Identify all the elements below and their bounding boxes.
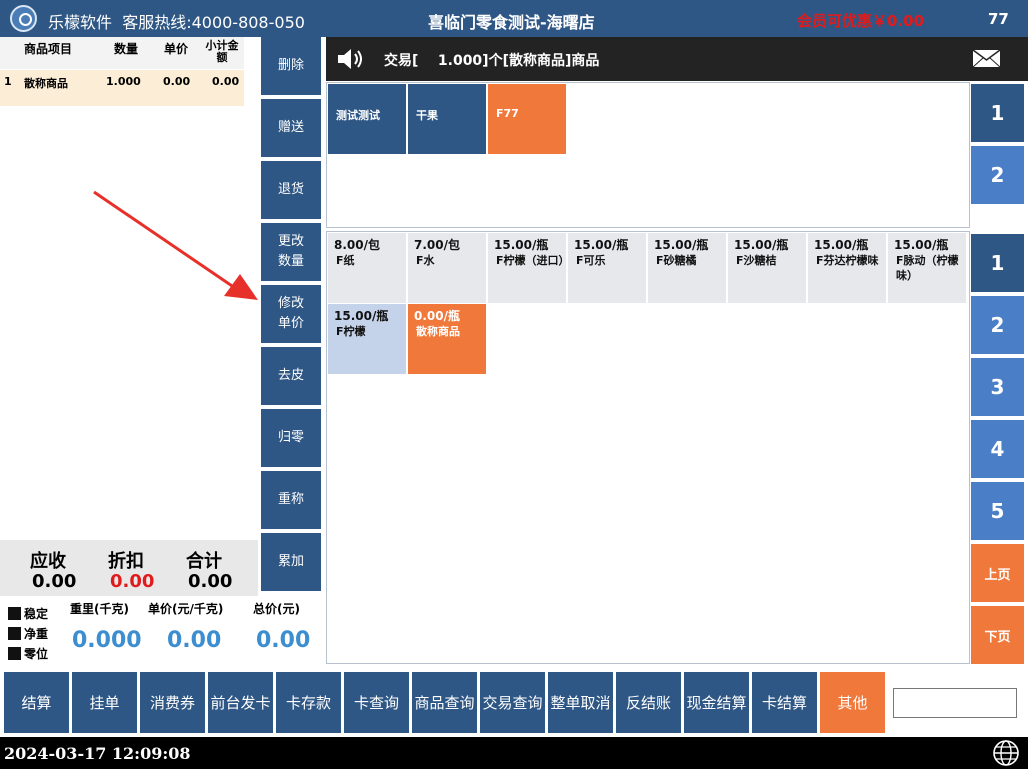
product-button[interactable]: 15.00/瓶 F沙糖桔 bbox=[728, 233, 806, 303]
row-name: 散称商品 bbox=[24, 77, 68, 90]
product-button[interactable]: 0.00/瓶 散称商品 bbox=[408, 304, 486, 374]
other-button[interactable]: 其他 bbox=[820, 672, 885, 733]
app-logo-icon bbox=[10, 5, 37, 32]
unit-price-value: 0.00 bbox=[167, 628, 222, 653]
category-page-1[interactable]: 1 bbox=[971, 84, 1024, 142]
unit-price-label: 单价(元/千克) bbox=[148, 602, 224, 616]
transaction-query-button[interactable]: 交易查询 bbox=[480, 672, 545, 733]
category-panel: 测试测试 干果 F77 bbox=[326, 82, 970, 228]
reweigh-button[interactable]: 重称 bbox=[261, 471, 321, 529]
col-price: 单价 bbox=[164, 42, 189, 56]
item-list-header: 商品项目 数量 单价 小计金额 bbox=[0, 37, 244, 69]
net-check-icon bbox=[8, 627, 21, 640]
product-button[interactable]: 15.00/瓶 F柠檬（进口） bbox=[488, 233, 570, 303]
cash-checkout-button[interactable]: 现金结算 bbox=[684, 672, 749, 733]
product-button[interactable]: 7.00/包 F水 bbox=[408, 233, 486, 303]
delete-button[interactable]: 删除 bbox=[261, 37, 321, 95]
weight-label: 重里(千克) bbox=[70, 602, 129, 616]
row-price: 0.00 bbox=[163, 75, 191, 88]
discount-value: 0.00 bbox=[110, 571, 155, 592]
zero-button[interactable]: 归零 bbox=[261, 409, 321, 467]
product-button[interactable]: 15.00/瓶 F柠檬 bbox=[328, 304, 406, 374]
card-query-button[interactable]: 卡查询 bbox=[344, 672, 409, 733]
product-page-4[interactable]: 4 bbox=[971, 420, 1024, 478]
product-button[interactable]: 15.00/瓶 F砂糖橘 bbox=[648, 233, 726, 303]
return-button[interactable]: 退货 bbox=[261, 161, 321, 219]
table-row[interactable]: 1 散称商品 1.000 0.00 0.00 bbox=[0, 70, 244, 106]
category-button[interactable]: F77 bbox=[488, 84, 566, 154]
product-page-2[interactable]: 2 bbox=[971, 296, 1024, 354]
stable-indicator: 稳定 bbox=[8, 605, 48, 622]
cancel-order-button[interactable]: 整单取消 bbox=[548, 672, 613, 733]
col-item: 商品项目 bbox=[24, 42, 73, 56]
change-quantity-button[interactable]: 更改 数量 bbox=[261, 223, 321, 281]
hold-order-button[interactable]: 挂单 bbox=[72, 672, 137, 733]
next-page-button[interactable]: 下页 bbox=[971, 606, 1024, 664]
checkout-button[interactable]: 结算 bbox=[4, 672, 69, 733]
mail-icon[interactable] bbox=[972, 49, 1001, 68]
total-value: 0.00 bbox=[188, 571, 233, 592]
status-bar: 2024-03-17 12:09:08 bbox=[0, 737, 1028, 769]
zero-check-icon bbox=[8, 647, 21, 660]
counter-badge: 77 bbox=[988, 10, 1009, 28]
coupon-button[interactable]: 消费券 bbox=[140, 672, 205, 733]
issue-card-button[interactable]: 前台发卡 bbox=[208, 672, 273, 733]
product-page-5[interactable]: 5 bbox=[971, 482, 1024, 540]
transaction-banner: 交易[ 1.000]个[散称商品]商品 bbox=[326, 37, 1028, 81]
net-weight-indicator: 净重 bbox=[8, 625, 48, 642]
total-label: 合计 bbox=[186, 551, 222, 572]
total-price-value: 0.00 bbox=[256, 628, 311, 653]
scale-panel: 稳定 净重 零位 重里(千克) 单价(元/千克) 总价(元) 0.000 0.0… bbox=[0, 596, 326, 662]
receivable-value: 0.00 bbox=[32, 571, 77, 592]
discount-label: 折扣 bbox=[108, 551, 144, 572]
product-query-button[interactable]: 商品查询 bbox=[412, 672, 477, 733]
col-subtotal: 小计金额 bbox=[205, 39, 239, 64]
stable-check-icon bbox=[8, 607, 21, 620]
card-deposit-button[interactable]: 卡存款 bbox=[276, 672, 341, 733]
card-checkout-button[interactable]: 卡结算 bbox=[752, 672, 817, 733]
gift-button[interactable]: 赠送 bbox=[261, 99, 321, 157]
accumulate-button[interactable]: 累加 bbox=[261, 533, 321, 591]
weight-value: 0.000 bbox=[72, 628, 142, 653]
product-button[interactable]: 8.00/包 F纸 bbox=[328, 233, 406, 303]
globe-icon[interactable] bbox=[992, 739, 1020, 767]
category-button[interactable]: 测试测试 bbox=[328, 84, 406, 154]
store-name: 喜临门零食测试-海曙店 bbox=[428, 13, 595, 32]
col-qty: 数量 bbox=[114, 42, 139, 56]
title-bar: 乐檬软件 客服热线:4000-808-050 喜临门零食测试-海曙店 会员可优惠… bbox=[0, 0, 1028, 37]
brand-and-hotline: 乐檬软件 客服热线:4000-808-050 bbox=[48, 13, 305, 32]
product-page-3[interactable]: 3 bbox=[971, 358, 1024, 416]
code-input[interactable] bbox=[893, 688, 1017, 718]
category-button[interactable]: 干果 bbox=[408, 84, 486, 154]
tare-button[interactable]: 去皮 bbox=[261, 347, 321, 405]
product-panel: 8.00/包 F纸 7.00/包 F水 15.00/瓶 F柠檬（进口） 15.00/瓶… bbox=[326, 231, 970, 664]
totals-panel: 应收 折扣 合计 0.00 0.00 0.00 bbox=[0, 540, 258, 596]
transaction-message: 交易[ 1.000]个[散称商品]商品 bbox=[384, 53, 600, 69]
row-qty: 1.000 bbox=[106, 75, 141, 88]
product-page-1[interactable]: 1 bbox=[971, 234, 1024, 292]
category-page-2[interactable]: 2 bbox=[971, 146, 1024, 204]
receivable-label: 应收 bbox=[30, 551, 66, 572]
item-list: 商品项目 数量 单价 小计金额 1 散称商品 1.000 0.00 0.00 bbox=[0, 37, 244, 107]
total-price-label: 总价(元) bbox=[253, 602, 300, 616]
member-discount: 会员可优惠￥0.00 bbox=[797, 12, 925, 30]
product-button[interactable]: 15.00/瓶 F芬达柠檬味 bbox=[808, 233, 886, 303]
row-subtotal: 0.00 bbox=[212, 75, 240, 88]
speaker-icon[interactable] bbox=[336, 46, 366, 72]
annotation-arrow bbox=[93, 190, 258, 300]
zero-indicator: 零位 bbox=[8, 645, 48, 662]
datetime: 2024-03-17 12:09:08 bbox=[4, 744, 191, 763]
row-index: 1 bbox=[4, 75, 12, 88]
reverse-checkout-button[interactable]: 反结账 bbox=[616, 672, 681, 733]
change-price-button[interactable]: 修改 单价 bbox=[261, 285, 321, 343]
product-button[interactable]: 15.00/瓶 F可乐 bbox=[568, 233, 646, 303]
prev-page-button[interactable]: 上页 bbox=[971, 544, 1024, 602]
product-button[interactable]: 15.00/瓶 F脉动（柠檬味） bbox=[888, 233, 966, 303]
